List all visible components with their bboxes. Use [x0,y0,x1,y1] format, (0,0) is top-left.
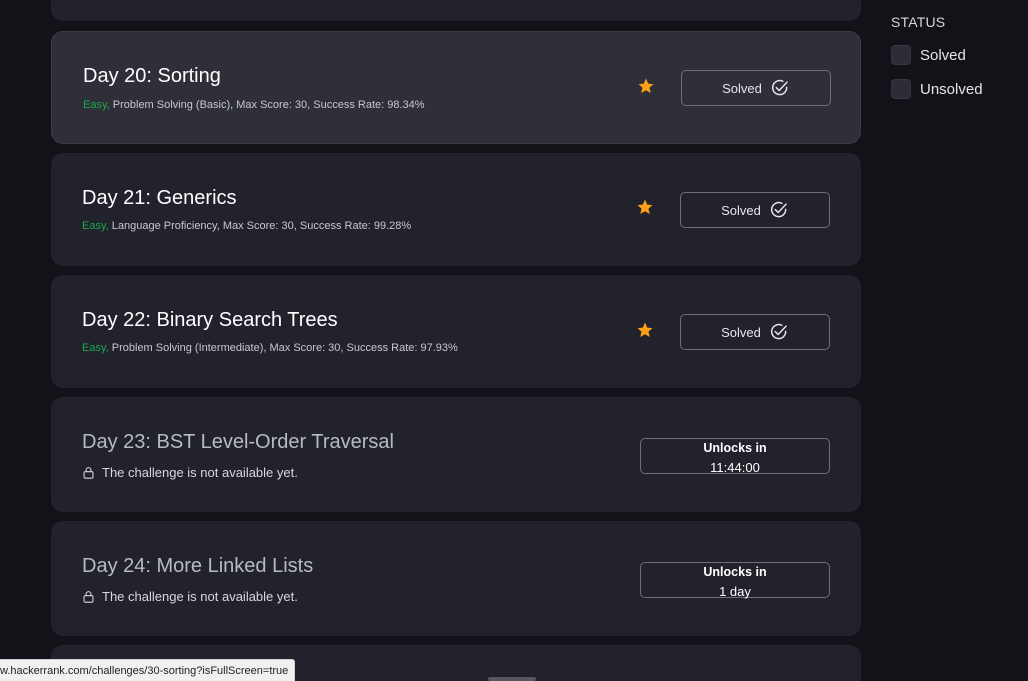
solved-label: Solved [721,324,761,340]
unlock-label: Unlocks in [703,565,767,579]
challenge-meta: Easy, Problem Solving (Intermediate), Ma… [82,342,458,354]
filter-solved[interactable]: Solved [891,45,966,65]
lock-message: The challenge is not available yet. [82,589,298,604]
check-circle-icon [770,323,787,340]
challenge-details: Problem Solving (Basic), Max Score: 30, … [109,99,425,111]
difficulty-label: Easy, [82,342,109,354]
challenge-card-partial-top[interactable] [51,0,861,21]
lock-message-text: The challenge is not available yet. [102,589,298,604]
solved-checkbox[interactable] [891,45,911,65]
check-circle-icon [771,79,788,96]
unlock-label: Unlocks in [703,441,767,455]
star-icon[interactable] [636,198,654,216]
status-filter-title: STATUS [891,14,946,30]
unlock-timer: Unlocks in 11:44:00 [640,438,830,475]
unsolved-checkbox[interactable] [891,79,911,99]
lock-icon [83,591,94,603]
solved-label: Solved [722,80,762,96]
solved-label: Solved [721,202,761,218]
lock-message: The challenge is not available yet. [82,465,298,480]
star-icon[interactable] [637,77,655,95]
challenge-card-day-20[interactable]: Day 20: Sorting Easy, Problem Solving (B… [51,31,861,144]
challenge-card-day-21[interactable]: Day 21: Generics Easy, Language Proficie… [51,153,861,266]
scroll-indicator[interactable] [488,677,536,681]
challenge-title[interactable]: Day 21: Generics [82,187,237,210]
filter-unsolved[interactable]: Unsolved [891,79,983,99]
unlock-timer: Unlocks in 1 day [640,562,830,599]
challenge-meta: Easy, Language Proficiency, Max Score: 3… [82,220,411,232]
solved-button[interactable]: Solved [680,192,830,228]
lock-icon [83,467,94,479]
unlock-time: 11:44:00 [710,460,760,475]
browser-status-bar: w.hackerrank.com/challenges/30-sorting?i… [0,659,296,681]
solved-button[interactable]: Solved [680,314,830,350]
status-filter: STATUS Solved Unsolved [891,14,983,99]
challenge-title[interactable]: Day 20: Sorting [83,65,221,88]
challenge-details: Problem Solving (Intermediate), Max Scor… [108,342,458,354]
star-icon[interactable] [636,321,654,339]
challenge-card-day-22[interactable]: Day 22: Binary Search Trees Easy, Proble… [51,275,861,388]
filter-unsolved-label: Unsolved [920,80,983,98]
challenge-card-day-23: Day 23: BST Level-Order Traversal The ch… [51,397,861,512]
unlock-time: 1 day [719,584,751,599]
challenge-title: Day 23: BST Level-Order Traversal [82,431,394,453]
challenge-title: Day 24: More Linked Lists [82,555,314,577]
challenge-title[interactable]: Day 22: Binary Search Trees [82,309,338,332]
difficulty-label: Easy, [82,220,109,232]
solved-button[interactable]: Solved [681,70,831,106]
challenge-details: Language Proficiency, Max Score: 30, Suc… [108,220,412,232]
difficulty-label: Easy, [83,99,110,111]
challenge-meta: Easy, Problem Solving (Basic), Max Score… [83,99,425,111]
lock-message-text: The challenge is not available yet. [102,465,298,480]
filter-solved-label: Solved [920,46,966,64]
challenge-card-day-24: Day 24: More Linked Lists The challenge … [51,521,861,636]
check-circle-icon [770,201,787,218]
